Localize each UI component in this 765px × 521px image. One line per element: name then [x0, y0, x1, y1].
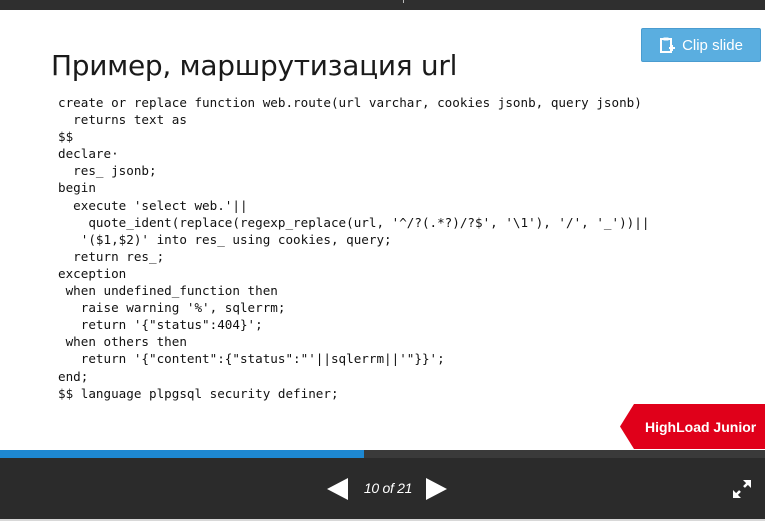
brand-label: HighLoad Junior [645, 418, 757, 435]
top-bar [0, 0, 765, 10]
clip-slide-label: Clip slide [682, 36, 743, 54]
code-block: create or replace function web.route(url… [58, 95, 650, 401]
progress-bar[interactable] [0, 450, 765, 458]
fullscreen-icon[interactable] [732, 479, 752, 499]
page-counter: 10 of 21 [363, 480, 413, 496]
slide-title: Пример, маршрутизация url [51, 49, 458, 82]
slide-canvas: Пример, маршрутизация url Clip slide cre… [0, 10, 765, 450]
top-bar-marker [403, 0, 404, 3]
progress-fill [0, 450, 365, 458]
clipboard-plus-icon [660, 37, 676, 53]
previous-slide-button[interactable] [327, 478, 348, 500]
clip-slide-button[interactable]: Clip slide [641, 28, 761, 62]
brand-badge: HighLoad Junior [620, 404, 765, 449]
next-slide-button[interactable] [426, 478, 447, 500]
player-controls: 10 of 21 [0, 458, 765, 521]
